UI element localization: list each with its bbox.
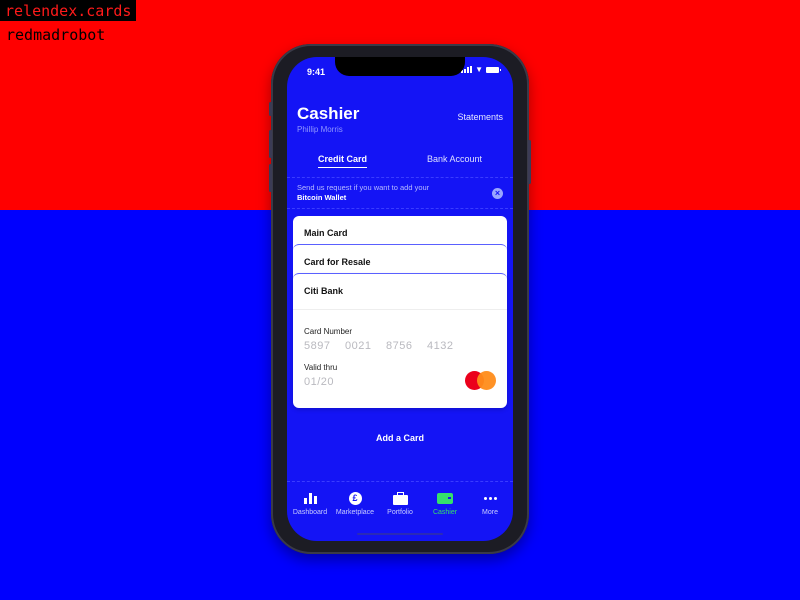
nav-portfolio[interactable]: Portfolio: [378, 490, 422, 516]
tab-bank-account[interactable]: Bank Account: [427, 154, 482, 164]
phone-frame: 9:41 ▼ Cashier Phillip Morris Statements…: [269, 44, 531, 554]
nav-cashier[interactable]: Cashier: [423, 490, 467, 516]
nav-label: More: [482, 509, 498, 516]
card-number-label: Card Number: [304, 327, 353, 336]
bitcoin-banner: Send us request if you want to add your …: [287, 179, 513, 209]
nav-label: Cashier: [432, 509, 458, 516]
banner-message: Send us request if you want to add your: [297, 183, 430, 192]
volume-down-button: [269, 164, 272, 192]
wallet-icon: [437, 492, 453, 504]
more-icon: [483, 496, 497, 500]
side-button: [528, 140, 531, 184]
nav-more[interactable]: More: [468, 490, 512, 516]
card-number-group: 4132: [427, 340, 454, 352]
app-screen: 9:41 ▼ Cashier Phillip Morris Statements…: [287, 57, 513, 541]
notch: [335, 57, 465, 76]
battery-icon: [486, 66, 501, 73]
card-citi-bank[interactable]: Citi Bank Card Number 5897 0021 8756 4132 V…: [293, 273, 507, 408]
author-label: redmadrobot: [6, 26, 106, 44]
card-number-group: 0021: [345, 340, 372, 352]
nav-dashboard[interactable]: Dashboard: [288, 490, 332, 516]
briefcase-icon: [392, 491, 408, 505]
card-number: 5897 0021 8756 4132: [304, 340, 468, 352]
valid-thru-value: 01/20: [304, 376, 335, 388]
card-title: Main Card: [304, 228, 348, 238]
site-label: relendex.cards: [0, 0, 137, 21]
statements-link[interactable]: Statements: [457, 112, 503, 122]
nav-label: Portfolio: [387, 509, 413, 516]
banner-text: Send us request if you want to add your …: [297, 183, 429, 203]
user-name: Phillip Morris: [297, 125, 343, 134]
tab-credit-card[interactable]: Credit Card: [318, 154, 368, 168]
banner-highlight: Bitcoin Wallet: [297, 193, 347, 202]
volume-up-button: [269, 130, 272, 158]
card-title: Card for Resale: [304, 257, 371, 267]
card-number-group: 8756: [386, 340, 413, 352]
add-card-button[interactable]: Add a Card: [287, 433, 513, 443]
tab-bar: Credit Card Bank Account: [287, 152, 513, 178]
card-divider: [293, 309, 507, 310]
page-title: Cashier: [297, 104, 360, 123]
status-time: 9:41: [307, 67, 326, 77]
card-number-group: 5897: [304, 340, 331, 352]
nav-label: Marketplace: [335, 509, 375, 516]
valid-thru-label: Valid thru: [304, 363, 338, 372]
card-title: Citi Bank: [304, 286, 344, 296]
pound-icon: £: [348, 491, 362, 505]
close-icon[interactable]: ×: [492, 188, 503, 199]
wifi-icon: ▼: [475, 65, 483, 74]
mastercard-icon: [465, 371, 496, 390]
mute-switch: [269, 102, 272, 116]
nav-label: Dashboard: [292, 509, 328, 516]
bar-chart-icon: [303, 492, 317, 504]
nav-marketplace[interactable]: £ Marketplace: [333, 490, 377, 516]
bottom-nav: Dashboard £ Marketplace Portfolio Cashie…: [287, 481, 513, 541]
home-indicator[interactable]: [357, 533, 443, 535]
